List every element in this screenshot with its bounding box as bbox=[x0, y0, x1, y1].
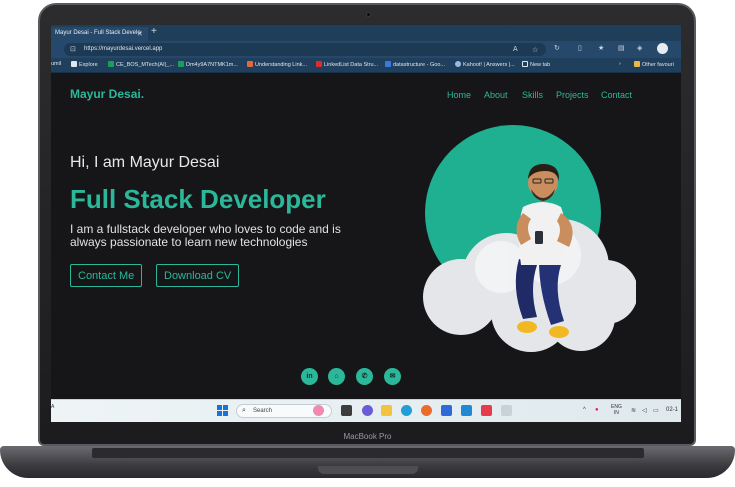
folder-icon bbox=[634, 61, 640, 67]
widgets-icon[interactable] bbox=[313, 405, 324, 416]
tray-chevron-icon[interactable]: ^ bbox=[583, 407, 586, 413]
figma-icon[interactable] bbox=[481, 405, 492, 416]
language-indicator[interactable]: ENG IN bbox=[611, 404, 622, 416]
windows-start-icon[interactable] bbox=[217, 405, 229, 417]
hero-description: I am a fullstack developer who loves to … bbox=[70, 222, 341, 249]
kahoot-icon bbox=[455, 61, 461, 67]
sheet-icon bbox=[108, 61, 114, 67]
chat-icon[interactable] bbox=[362, 405, 373, 416]
portfolio-site: Mayur Desai. Home About Skills Projects … bbox=[51, 73, 681, 399]
address-bar[interactable]: ⊡ https://mayurdesai.vercel.app A ☆ bbox=[64, 43, 546, 56]
nav-skills[interactable]: Skills bbox=[522, 90, 543, 100]
collections-icon[interactable]: ▤ bbox=[618, 44, 625, 52]
favorites-icon[interactable]: ★ bbox=[598, 44, 604, 52]
clock-fragment[interactable]: 02-1 bbox=[666, 407, 678, 413]
bookmark-item[interactable]: New tab bbox=[522, 61, 550, 68]
docs-icon bbox=[385, 61, 391, 67]
laptop-keyboard-edge bbox=[92, 448, 644, 458]
bookmark-folder[interactable]: Other favouri bbox=[634, 61, 674, 68]
bookmark-item[interactable]: CE_BOS_MTech(AI)_... bbox=[108, 61, 174, 68]
site-logo[interactable]: Mayur Desai. bbox=[70, 87, 144, 101]
vscode-icon[interactable] bbox=[461, 405, 472, 416]
hero-greeting: Hi, I am Mayur Desai bbox=[70, 154, 220, 171]
windows-taskbar: A ⌕ Search ^ ● ENG IN ≋ ◁ ▭ 02-1 bbox=[51, 399, 681, 422]
sheet-icon bbox=[178, 61, 184, 67]
nav-about[interactable]: About bbox=[484, 90, 508, 100]
browser-toolbar: ⊡ https://mayurdesai.vercel.app A ☆ ↻ ▯ … bbox=[51, 41, 681, 58]
developer-avatar-illustration bbox=[423, 163, 636, 352]
search-icon: ⌕ bbox=[242, 407, 246, 414]
bookmark-item[interactable]: datastructure - Goo... bbox=[385, 61, 445, 68]
file-explorer-icon[interactable] bbox=[381, 405, 392, 416]
nav-home[interactable]: Home bbox=[447, 90, 471, 100]
laptop-model-label: MacBook Pro bbox=[343, 432, 392, 441]
hero-role: Full Stack Developer bbox=[70, 184, 326, 214]
reload-icon[interactable]: ↻ bbox=[554, 44, 560, 52]
webcam bbox=[366, 12, 371, 17]
new-tab-icon[interactable]: + bbox=[151, 26, 157, 37]
nav-projects[interactable]: Projects bbox=[556, 90, 589, 100]
favorite-star-icon[interactable]: ☆ bbox=[532, 46, 538, 54]
site-icon bbox=[247, 61, 253, 67]
laptop-screen: Mayur Desai - Full Stack Develo ✕ + ⊡ ht… bbox=[51, 25, 681, 422]
firefox-icon[interactable] bbox=[421, 405, 432, 416]
bookmarks-overflow-icon[interactable]: › bbox=[619, 61, 621, 67]
laptop-hinge-notch bbox=[318, 466, 418, 474]
github-icon[interactable]: ⌂ bbox=[328, 368, 345, 385]
linkedin-icon[interactable]: in bbox=[301, 368, 318, 385]
snipping-tool-icon[interactable] bbox=[501, 405, 512, 416]
store-icon[interactable] bbox=[441, 405, 452, 416]
split-screen-icon[interactable]: ▯ bbox=[578, 44, 582, 52]
read-aloud-icon[interactable]: A bbox=[513, 46, 518, 53]
bookmark-item[interactable]: Kahoot! | Answers |... bbox=[455, 61, 515, 68]
youtube-icon bbox=[316, 61, 322, 67]
browser-tab-active[interactable]: Mayur Desai - Full Stack Develo ✕ bbox=[51, 27, 148, 41]
taskbar-left-fragment: A bbox=[51, 404, 55, 410]
battery-icon[interactable]: ▭ bbox=[653, 407, 659, 414]
edge-icon[interactable] bbox=[401, 405, 412, 416]
task-view-icon[interactable] bbox=[341, 405, 352, 416]
wifi-icon[interactable]: ≋ bbox=[631, 407, 636, 414]
volume-icon[interactable]: ◁ bbox=[642, 407, 647, 414]
whatsapp-icon[interactable]: ✆ bbox=[356, 368, 373, 385]
contact-me-button[interactable]: Contact Me bbox=[70, 264, 143, 287]
antivirus-tray-icon[interactable]: ● bbox=[595, 407, 599, 413]
page-icon bbox=[71, 61, 77, 67]
bookmark-item[interactable]: Explore bbox=[71, 61, 98, 68]
bookmark-item[interactable]: Dm4y9A7NTMK1m... bbox=[178, 61, 238, 68]
profile-avatar[interactable] bbox=[657, 43, 668, 54]
lock-icon: ⊡ bbox=[70, 46, 76, 53]
download-cv-button[interactable]: Download CV bbox=[156, 264, 240, 287]
bookmarks-bar: umil Explore CE_BOS_MTech(AI)_... Dm4y9A… bbox=[51, 58, 681, 73]
search-placeholder: Search bbox=[253, 408, 273, 414]
nav-contact[interactable]: Contact bbox=[601, 90, 632, 100]
bookmark-item[interactable]: umil bbox=[51, 61, 61, 67]
bookmark-item[interactable]: LinkedList Data Stru... bbox=[316, 61, 378, 68]
tab-close-icon[interactable]: ✕ bbox=[137, 30, 143, 38]
email-icon[interactable]: ✉ bbox=[384, 368, 401, 385]
browser-tab-bar: Mayur Desai - Full Stack Develo ✕ + bbox=[51, 25, 681, 41]
extensions-icon[interactable]: ◈ bbox=[637, 44, 642, 52]
bookmark-item[interactable]: Understanding Link... bbox=[247, 61, 307, 68]
new-tab-page-icon bbox=[522, 61, 528, 67]
region-code: IN bbox=[613, 410, 619, 416]
tab-title: Mayur Desai - Full Stack Develo bbox=[55, 30, 141, 36]
address-url: https://mayurdesai.vercel.app bbox=[84, 46, 163, 52]
